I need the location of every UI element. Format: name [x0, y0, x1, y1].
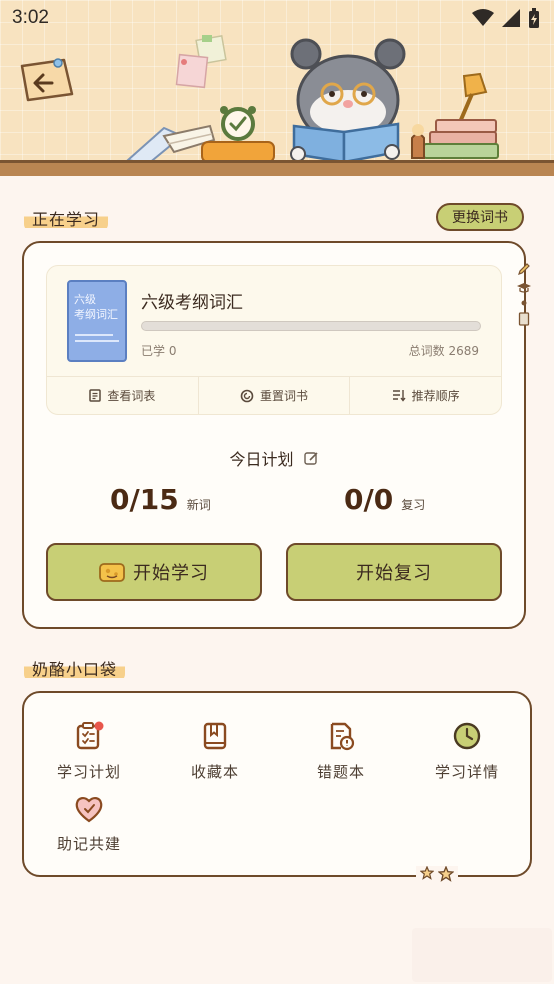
small-book-icon	[518, 312, 530, 326]
shelf	[0, 160, 554, 176]
start-learning-button[interactable]: 开始学习	[46, 543, 262, 601]
back-button[interactable]	[18, 56, 76, 104]
mistakes-label: 错题本	[316, 763, 365, 781]
start-review-button[interactable]: 开始复习	[286, 543, 502, 601]
error-doc-icon	[330, 722, 355, 751]
book-cover: 六级 考纲词汇	[67, 280, 127, 362]
favorites-tool[interactable]: 收藏本	[160, 721, 270, 782]
new-words-value: 0/15	[110, 483, 179, 516]
clock-icon	[453, 722, 481, 750]
sticky-notes-decoration	[175, 35, 227, 89]
section-label-current-study: 正在学习	[24, 204, 109, 232]
wifi-icon	[472, 9, 494, 26]
total-word-count: 总词数 2689	[408, 344, 479, 358]
review-label: 复习	[401, 498, 426, 512]
view-word-list-label: 查看词表	[107, 389, 156, 403]
reset-book-label: 重置词书	[260, 389, 309, 403]
header-illustration: 3:02	[0, 0, 554, 176]
dot-icon	[521, 300, 527, 306]
hamster-mascot	[290, 38, 406, 164]
mnemonic-cobuild-tool[interactable]: 助记共建	[34, 795, 144, 854]
edit-plan-icon[interactable]	[303, 451, 319, 466]
mistakes-tool[interactable]: 错题本	[286, 721, 396, 782]
study-details-label: 学习详情	[434, 763, 499, 781]
study-plan-label: 学习计划	[56, 763, 121, 781]
book-progress-bar	[141, 321, 481, 331]
book-title: 六级考纲词汇	[141, 293, 243, 313]
review-stat: 0/0 复习	[344, 483, 425, 516]
cover-line-2: 考纲词汇	[74, 308, 118, 321]
gesture-area	[412, 928, 552, 982]
book-panel[interactable]: 六级 考纲词汇 六级考纲词汇 已学 0 总词数 2689 查看词表 重置词书 推…	[46, 265, 502, 415]
mnemonic-cobuild-label: 助记共建	[56, 835, 121, 853]
graduation-cap-icon	[517, 283, 531, 293]
pencil-icon	[518, 263, 530, 275]
new-words-label: 新词	[186, 498, 211, 512]
clipboard-icon	[76, 721, 104, 750]
recommended-order-button[interactable]: 推荐顺序	[349, 377, 501, 414]
battery-icon	[529, 8, 539, 28]
list-doc-icon	[89, 389, 102, 402]
current-study-card: 六级 考纲词汇 六级考纲词汇 已学 0 总词数 2689 查看词表 重置词书 推…	[22, 241, 526, 629]
cover-line-1: 六级	[74, 293, 96, 306]
study-plan-tool[interactable]: 学习计划	[34, 721, 144, 782]
learned-count: 已学 0	[141, 344, 177, 358]
heart-icon	[75, 797, 103, 823]
favorites-label: 收藏本	[190, 763, 239, 781]
new-words-stat: 0/15 新词	[110, 483, 211, 516]
book-actions: 查看词表 重置词书 推荐顺序	[47, 376, 501, 414]
stars-decoration	[416, 866, 458, 882]
system-icons	[472, 8, 540, 28]
section-label-pocket: 奶酪小口袋	[24, 654, 126, 682]
side-decoration-icons	[515, 262, 533, 326]
sort-icon	[392, 390, 406, 402]
pocket-tools-card: 学习计划 收藏本 错题本 学习详情 助记共建	[22, 691, 532, 877]
star-icon	[420, 866, 434, 880]
today-plan-header: 今日计划	[24, 446, 524, 470]
signal-icon	[502, 9, 520, 27]
start-review-label: 开始复习	[356, 563, 432, 584]
bookmark-book-icon	[203, 722, 227, 750]
reset-book-button[interactable]: 重置词书	[197, 377, 350, 414]
view-word-list-button[interactable]: 查看词表	[47, 377, 198, 414]
star-icon	[438, 866, 454, 882]
alarm-clock-decoration	[201, 106, 275, 162]
lamp-books-decoration	[411, 72, 499, 159]
recommended-order-label: 推荐顺序	[411, 389, 460, 403]
study-details-tool[interactable]: 学习详情	[412, 721, 522, 782]
status-time: 3:02	[12, 7, 49, 28]
cheese-icon	[99, 563, 125, 582]
start-learning-label: 开始学习	[133, 563, 209, 584]
status-bar: 3:02	[0, 0, 554, 36]
change-book-button[interactable]: 更换词书	[436, 203, 524, 231]
notification-badge	[94, 721, 104, 731]
review-value: 0/0	[344, 483, 394, 516]
today-plan-title: 今日计划	[229, 450, 294, 469]
reset-icon	[240, 389, 254, 402]
